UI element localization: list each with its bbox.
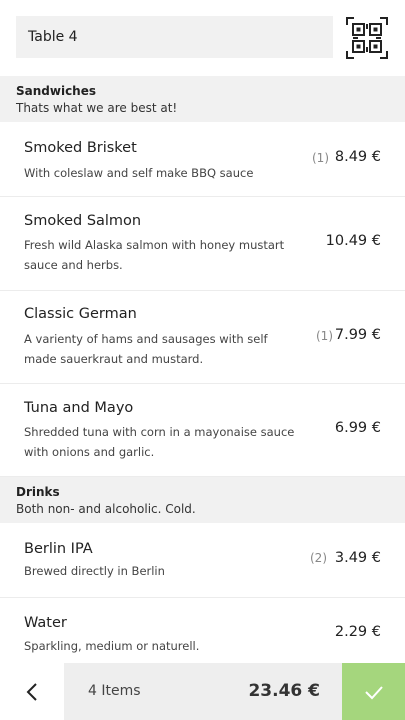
menu-item[interactable]: Classic German A varienty of hams and sa…	[0, 291, 405, 384]
back-button[interactable]	[0, 663, 64, 720]
item-title: Water	[24, 615, 67, 631]
item-price: 2.29 €	[334, 624, 381, 640]
order-total: 23.46 €	[248, 681, 320, 701]
item-description: Shredded tuna with corn in a mayonaise s…	[24, 425, 295, 459]
section-description: Thats what we are best at!	[16, 101, 178, 115]
table-input[interactable]: Table 4	[16, 16, 333, 58]
item-title: Classic German	[24, 306, 137, 322]
menu-item[interactable]: Water Sparkling, medium or naturell. 2.2…	[0, 598, 405, 666]
item-price: 3.49 €	[334, 550, 381, 566]
item-title: Berlin IPA	[24, 541, 93, 557]
item-description: Sparkling, medium or naturell.	[24, 639, 200, 653]
menu-item[interactable]: Smoked Brisket With coleslaw and self ma…	[0, 122, 405, 197]
item-title: Smoked Brisket	[24, 140, 137, 156]
item-description: With coleslaw and self make BBQ sauce	[24, 166, 254, 180]
order-summary-bar: 4 Items 23.46 €	[0, 663, 405, 720]
section-name: Drinks	[16, 485, 60, 499]
menu-item[interactable]: Smoked Salmon Fresh wild Alaska salmon w…	[0, 197, 405, 291]
section-header-drinks: Drinks Both non- and alcoholic. Cold.	[0, 477, 405, 523]
item-price: 8.49 €	[334, 149, 381, 165]
item-title: Tuna and Mayo	[24, 400, 134, 416]
qr-code-scan-icon[interactable]	[345, 16, 389, 60]
item-count: (1)	[316, 329, 333, 343]
menu-item[interactable]: Tuna and Mayo Shredded tuna with corn in…	[0, 384, 405, 477]
item-price: 10.49 €	[325, 233, 381, 249]
items-count-label: 4 Items	[88, 683, 141, 699]
order-summary: 4 Items 23.46 €	[64, 663, 342, 720]
section-name: Sandwiches	[16, 84, 97, 98]
item-count: (2)	[310, 551, 327, 565]
confirm-button[interactable]	[342, 663, 405, 720]
item-count: (1)	[312, 151, 329, 165]
item-description: Brewed directly in Berlin	[24, 564, 165, 578]
table-value: Table 4	[28, 29, 78, 45]
item-description: Fresh wild Alaska salmon with honey must…	[24, 238, 285, 272]
section-description: Both non- and alcoholic. Cold.	[16, 502, 196, 516]
item-title: Smoked Salmon	[24, 213, 142, 229]
item-price: 6.99 €	[334, 420, 381, 436]
item-price: 7.99 €	[334, 327, 381, 343]
section-header-sandwiches: Sandwiches Thats what we are best at!	[0, 76, 405, 122]
menu-item[interactable]: Berlin IPA Brewed directly in Berlin (2)…	[0, 523, 405, 598]
header: Table 4	[0, 0, 405, 76]
chevron-left-icon	[26, 682, 37, 701]
checkmark-icon	[364, 685, 383, 699]
item-description: A varienty of hams and sausages with sel…	[24, 332, 268, 366]
